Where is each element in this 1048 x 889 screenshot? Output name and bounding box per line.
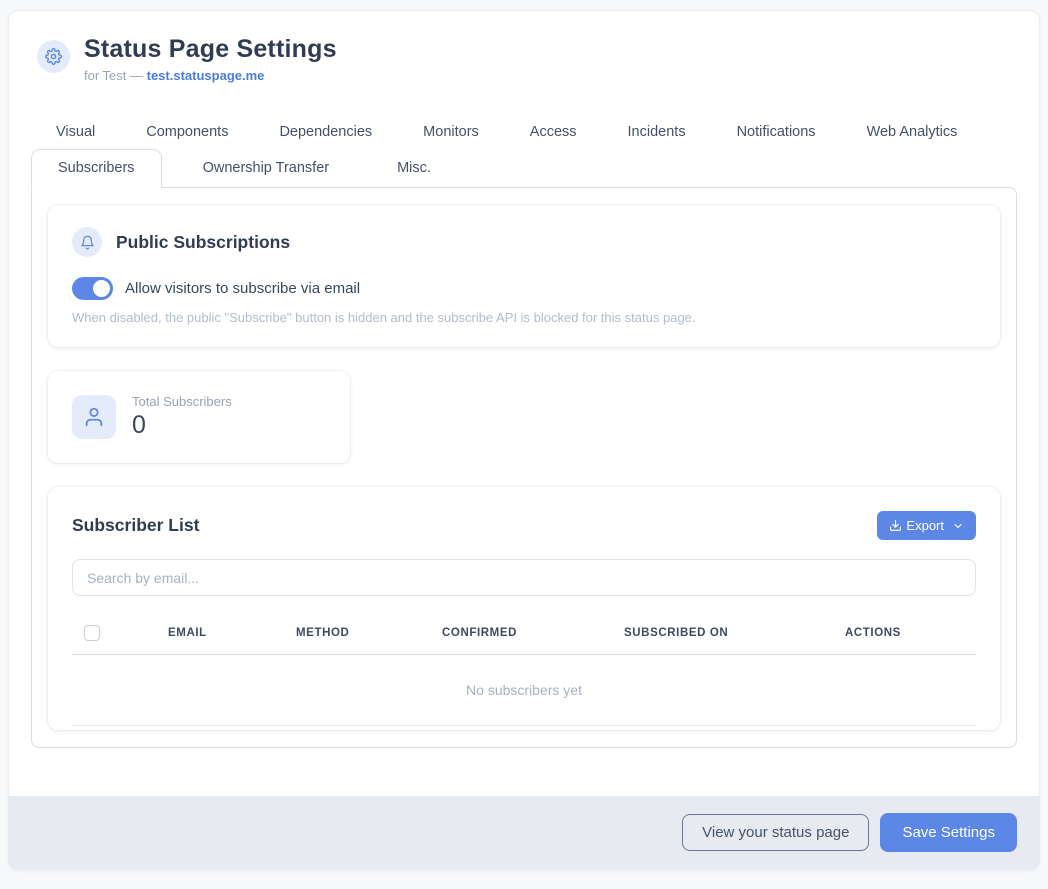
page-header: Status Page Settings for Test — test.sta…	[31, 35, 1017, 83]
toggle-knob	[93, 280, 110, 297]
export-button[interactable]: Export	[877, 511, 976, 540]
total-subscribers-card: Total Subscribers 0	[48, 371, 350, 463]
tabs-row-1: Visual Components Dependencies Monitors …	[31, 117, 1017, 147]
gear-icon	[37, 40, 70, 73]
tab-misc[interactable]: Misc.	[370, 149, 458, 187]
tab-subscribers[interactable]: Subscribers	[31, 149, 162, 188]
subscribe-help-text: When disabled, the public "Subscribe" bu…	[72, 310, 976, 325]
view-status-page-button[interactable]: View your status page	[682, 814, 869, 851]
card-body: Status Page Settings for Test — test.sta…	[9, 11, 1039, 772]
subscribe-toggle[interactable]	[72, 277, 113, 300]
subscriber-list-header: Subscriber List Export	[72, 511, 976, 540]
subscribers-table: Email Method Confirmed Subscribed On Act…	[72, 616, 976, 726]
column-header-email: Email	[168, 627, 296, 639]
public-subscriptions-card: Public Subscriptions Allow visitors to s…	[48, 205, 1000, 347]
total-subscribers-label: Total Subscribers	[132, 394, 232, 409]
select-all-checkbox[interactable]	[84, 625, 100, 641]
tab-monitors[interactable]: Monitors	[404, 117, 498, 147]
subscribers-panel: Public Subscriptions Allow visitors to s…	[31, 187, 1017, 748]
column-header-confirmed: Confirmed	[442, 627, 624, 639]
page-title: Status Page Settings	[84, 35, 337, 64]
total-subscribers-stat: Total Subscribers 0	[132, 394, 232, 440]
column-header-method: Method	[296, 627, 442, 639]
search-input[interactable]	[72, 559, 976, 596]
status-page-link[interactable]: test.statuspage.me	[147, 68, 265, 83]
download-icon	[889, 519, 902, 532]
tab-visual[interactable]: Visual	[37, 117, 114, 147]
column-header-subscribed-on: Subscribed On	[624, 627, 845, 639]
card-footer: View your status page Save Settings	[9, 796, 1039, 869]
public-subscriptions-title: Public Subscriptions	[116, 232, 290, 253]
table-header-row: Email Method Confirmed Subscribed On Act…	[72, 616, 976, 655]
total-subscribers-value: 0	[132, 411, 232, 440]
subscribe-toggle-row: Allow visitors to subscribe via email	[72, 277, 976, 300]
settings-card: Status Page Settings for Test — test.sta…	[8, 10, 1040, 870]
empty-state-message: No subscribers yet	[72, 655, 976, 726]
tabs-row-2: Subscribers Ownership Transfer Misc.	[31, 149, 1017, 187]
page-subtitle: for Test — test.statuspage.me	[84, 68, 337, 83]
subscriber-list-title: Subscriber List	[72, 515, 199, 536]
tab-web-analytics[interactable]: Web Analytics	[848, 117, 977, 147]
tab-dependencies[interactable]: Dependencies	[260, 117, 391, 147]
save-settings-button[interactable]: Save Settings	[880, 813, 1017, 852]
tab-ownership-transfer[interactable]: Ownership Transfer	[176, 149, 357, 187]
tab-incidents[interactable]: Incidents	[609, 117, 705, 147]
user-icon	[72, 395, 116, 439]
bell-icon	[72, 227, 102, 257]
tab-access[interactable]: Access	[511, 117, 596, 147]
header-text: Status Page Settings for Test — test.sta…	[84, 35, 337, 83]
tab-components[interactable]: Components	[127, 117, 247, 147]
public-subscriptions-header: Public Subscriptions	[72, 227, 976, 257]
export-button-label: Export	[906, 518, 944, 533]
subtitle-prefix: for Test —	[84, 68, 147, 83]
subscriber-list-card: Subscriber List Export	[48, 487, 1000, 730]
tab-notifications[interactable]: Notifications	[718, 117, 835, 147]
column-header-actions: Actions	[845, 627, 976, 639]
subscribe-toggle-label: Allow visitors to subscribe via email	[125, 280, 360, 297]
chevron-down-icon	[952, 520, 964, 532]
